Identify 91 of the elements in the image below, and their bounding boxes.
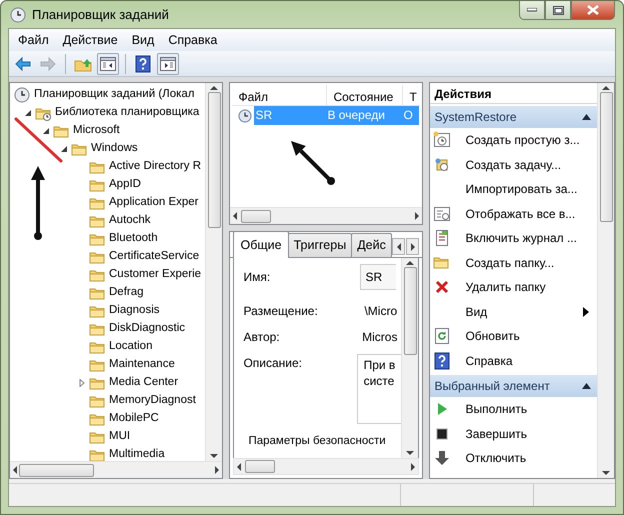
tree-item[interactable]: Active Directory R: [109, 158, 202, 176]
menu-item[interactable]: Файл: [11, 30, 56, 50]
tree-item[interactable]: Windows: [91, 140, 138, 158]
tab-scroll-left-button[interactable]: [392, 238, 406, 255]
tab-scroll-right-button[interactable]: [406, 238, 420, 255]
tree-item[interactable]: CertificateService: [109, 248, 200, 266]
minimize-button[interactable]: [519, 1, 545, 20]
window-title: Планировщик заданий: [32, 6, 169, 24]
list-clock-icon: [433, 204, 452, 223]
menu-item[interactable]: Действие: [56, 30, 125, 50]
field-label: Имя:: [242, 269, 272, 286]
horizontal-scrollbar[interactable]: [233, 458, 420, 475]
tab[interactable]: Дейс: [351, 233, 392, 257]
section-header[interactable]: SystemRestore: [430, 106, 597, 128]
minimize-icon: [527, 8, 537, 12]
expanded-arrow-icon[interactable]: [24, 109, 32, 117]
section-label: Параметры безопасности: [247, 434, 387, 449]
column-header[interactable]: Т: [403, 85, 422, 105]
section-header[interactable]: Выбранный элемент: [430, 375, 597, 397]
tree-item[interactable]: Customer Experie: [109, 266, 202, 284]
vertical-scrollbar[interactable]: [597, 83, 614, 478]
field-label: Описание:: [242, 355, 304, 372]
expanded-arrow-icon[interactable]: [60, 145, 68, 153]
action-link[interactable]: Импортировать за...: [465, 180, 597, 198]
tree-item[interactable]: Bluetooth: [109, 230, 158, 248]
field-label: Размещение:: [242, 303, 319, 320]
tab[interactable]: Триггеры: [288, 233, 352, 257]
forward-arrow-icon: [39, 54, 57, 72]
tree-item[interactable]: Microsoft: [73, 122, 120, 140]
field-value: Micros: [361, 329, 398, 346]
help-icon: [433, 352, 452, 370]
tree-item[interactable]: MemoryDiagnost: [109, 392, 196, 410]
action-link[interactable]: Обновить: [465, 327, 597, 346]
close-icon: [587, 5, 599, 15]
pane-toggle-button[interactable]: [157, 52, 179, 74]
tree-item[interactable]: DiskDiagnostic: [109, 320, 186, 338]
clock-icon: [14, 87, 30, 103]
horizontal-scrollbar[interactable]: [10, 461, 222, 478]
vertical-scrollbar[interactable]: [205, 83, 222, 461]
help-icon: [134, 54, 152, 72]
expanded-arrow-icon[interactable]: [42, 127, 50, 135]
action-link[interactable]: Выполнить: [465, 400, 597, 418]
action-link[interactable]: Вид: [465, 302, 583, 321]
tree-item[interactable]: MobilePC: [109, 410, 159, 428]
action-link[interactable]: Создать задачу...: [465, 156, 597, 174]
section-title: Выбранный элемент: [434, 378, 550, 395]
maximize-icon: [552, 6, 564, 14]
collapse-icon[interactable]: [582, 114, 591, 120]
tree-item[interactable]: Multimedia: [109, 446, 165, 461]
tab[interactable]: Общие: [233, 232, 289, 258]
tree-item[interactable]: Application Exper: [109, 194, 198, 212]
clock-icon: [238, 108, 252, 122]
tree-item[interactable]: Maintenance: [109, 356, 175, 374]
action-link[interactable]: Отображать все в...: [465, 204, 597, 223]
action-link[interactable]: Завершить: [465, 424, 597, 443]
tree-item[interactable]: Библиотека планировщика: [55, 104, 200, 122]
refresh-icon: [433, 327, 452, 346]
vertical-scrollbar[interactable]: [401, 258, 418, 458]
close-button[interactable]: [571, 1, 615, 20]
column-header[interactable]: Состояние: [327, 85, 404, 105]
tree-item[interactable]: AppID: [109, 176, 141, 194]
field-value: \Micro: [363, 303, 398, 320]
tree-item[interactable]: Планировщик заданий (Локал: [34, 86, 194, 104]
action-link[interactable]: Создать папку...: [465, 254, 597, 272]
action-link[interactable]: Создать простую з...: [465, 131, 597, 150]
tree-item[interactable]: Defrag: [109, 284, 144, 302]
pane-toggle-button[interactable]: [97, 52, 119, 74]
calendar-clock-icon: [433, 131, 452, 150]
collapsed-arrow-icon[interactable]: [78, 379, 86, 387]
back-arrow-icon: [14, 54, 32, 72]
field-label: Автор:: [242, 329, 281, 346]
action-link[interactable]: Справка: [465, 352, 597, 370]
input-field[interactable]: SR: [360, 264, 396, 290]
tree-item[interactable]: Autochk: [109, 212, 151, 230]
action-link[interactable]: Включить журнал ...: [465, 229, 597, 248]
tree-item[interactable]: Location: [109, 338, 152, 356]
tree-item[interactable]: Media Center: [109, 374, 178, 392]
horizontal-scrollbar[interactable]: [230, 207, 422, 224]
submenu-arrow-icon[interactable]: [583, 306, 589, 317]
menu-item[interactable]: Справка: [161, 30, 224, 50]
tree-item[interactable]: MUI: [109, 428, 130, 446]
menu-item[interactable]: Вид: [124, 30, 162, 50]
collapse-icon[interactable]: [582, 383, 591, 389]
app-clock-icon: [10, 6, 26, 22]
action-link[interactable]: Отключить: [465, 449, 597, 468]
section-title: SystemRestore: [434, 109, 516, 126]
maximize-button[interactable]: [545, 1, 571, 20]
action-link[interactable]: Удалить папку: [465, 278, 597, 296]
tree-item[interactable]: Diagnosis: [109, 302, 160, 320]
down-arrow-icon: [433, 449, 452, 468]
column-header[interactable]: Файл: [232, 85, 328, 105]
